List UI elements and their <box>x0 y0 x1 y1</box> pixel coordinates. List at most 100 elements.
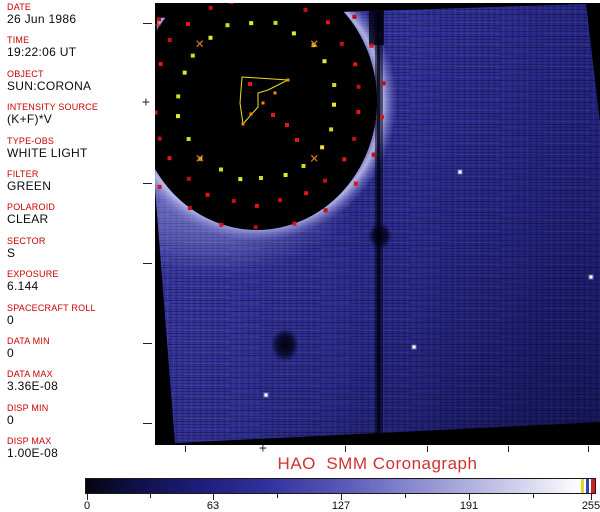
calibration-dot-yellow-inner-ring <box>190 53 195 58</box>
calibration-dot-yellow-inner-ring <box>259 176 263 180</box>
calibration-dot-red-outer-ring <box>304 191 309 196</box>
calibration-dot-yellow-inner-ring <box>182 70 187 75</box>
calibration-dot-red-limb-ring <box>157 17 162 22</box>
calibration-dot-red-outer-ring <box>157 136 162 141</box>
metadata-field-data-min: DATA MIN 0 <box>7 336 155 369</box>
metadata-field-sector: SECTOR S <box>7 236 155 269</box>
calibration-dot-red-outer-ring <box>155 110 158 115</box>
field-label: DATA MIN <box>7 335 50 346</box>
metadata-field-type-obs: TYPE-OBS WHITE LIGHT <box>7 136 155 169</box>
calibration-dot-red-outer-ring <box>353 62 358 67</box>
calibration-dot-yellow-inner-ring <box>249 21 254 26</box>
roi-vertex-dot <box>261 101 265 105</box>
calibration-dot-red-limb-ring <box>253 225 258 230</box>
calibration-dot-yellow-inner-ring <box>176 114 180 119</box>
roi-vertex-dot <box>273 91 277 95</box>
metadata-field-disp-min: DISP MIN 0 <box>7 403 155 436</box>
calibration-dot <box>295 138 299 142</box>
metadata-field-intensity-source: INTENSITY SOURCE (K+F)*V <box>7 102 155 135</box>
star-point <box>412 345 416 349</box>
image-title: HAO SMM Coronagraph <box>277 454 478 473</box>
calibration-dot-red-limb-ring <box>187 206 192 210</box>
colorbar-minor-tick <box>277 494 278 498</box>
field-value: SUN:CORONA <box>7 78 92 93</box>
calibration-dot-red-limb-ring <box>157 184 162 189</box>
axis-plus-bottom: + <box>259 441 267 456</box>
axis-tick-bottom <box>508 446 509 452</box>
metadata-field-time: TIME 19:22:06 UT <box>7 35 155 68</box>
field-value: 19:22:06 UT <box>7 45 77 60</box>
field-value: 0 <box>7 312 14 327</box>
metadata-field-polaroid: POLAROID CLEAR <box>7 202 155 235</box>
colorbar-tick-label: 63 <box>206 500 220 512</box>
calibration-dot-red-outer-ring <box>303 7 308 12</box>
axis-tick-left <box>143 23 152 24</box>
metadata-sidebar: DATE 26 Jun 1986 TIME 19:22:06 UT OBJECT SUN:… <box>0 0 155 512</box>
dust-blob <box>368 223 392 249</box>
field-value: GREEN <box>7 178 52 193</box>
field-value: (K+F)*V <box>7 112 53 127</box>
calibration-dot-yellow-inner-ring <box>291 31 296 36</box>
blue-stripe <box>586 479 589 493</box>
field-value: 0 <box>7 412 14 427</box>
calibration-dot-red-outer-ring <box>186 176 191 181</box>
metadata-field-date: DATE 26 Jun 1986 <box>7 2 155 35</box>
calibration-dot <box>285 123 289 127</box>
calibration-dot-yellow-inner-ring <box>208 35 213 40</box>
colorbar <box>85 478 596 494</box>
axis-tick-left <box>143 343 152 344</box>
calibration-dot-red-outer-ring <box>229 3 234 4</box>
roi-vertex-dot <box>249 112 253 116</box>
metadata-field-disp-max: DISP MAX 1.00E-08 <box>7 436 155 469</box>
axis-tick-bottom <box>345 446 346 452</box>
axis-tick-left <box>143 423 152 424</box>
field-value: CLEAR <box>7 212 49 227</box>
field-label: SPACECRAFT ROLL <box>7 302 96 313</box>
colorbar-minor-tick <box>533 494 534 498</box>
calibration-dot-red-outer-ring <box>167 156 172 161</box>
coronagraph-image[interactable] <box>155 3 600 445</box>
calibration-dot-red-outer-ring <box>231 199 236 203</box>
star-point <box>589 275 593 279</box>
calibration-dot-red-limb-ring <box>219 222 224 227</box>
calibration-dot-red-outer-ring <box>356 84 361 89</box>
calibration-dot-red-limb-ring <box>292 221 297 226</box>
calibration-dot-yellow-inner-ring <box>225 23 230 28</box>
calibration-dot <box>271 113 275 117</box>
calibration-dot-red-limb-ring <box>369 43 374 48</box>
field-label: SECTOR <box>7 235 46 246</box>
calibration-dot <box>248 82 252 86</box>
calibration-dot-red-outer-ring <box>167 38 172 42</box>
calibration-dot-red-limb-ring <box>352 14 357 19</box>
calibration-dot-yellow-inner-ring <box>283 173 288 177</box>
calibration-dot-red-limb-ring <box>323 208 328 213</box>
calibration-dot-yellow-inner-ring <box>320 145 325 150</box>
axis-tick-left <box>143 183 152 184</box>
field-value: 6.144 <box>7 279 39 294</box>
roi-vertex-dot <box>241 122 245 126</box>
calibration-dot-yellow-inner-ring <box>273 20 278 25</box>
calibration-dot-red-outer-ring <box>352 136 357 141</box>
field-value: 26 Jun 1986 <box>7 12 77 26</box>
calibration-dot-red-outer-ring <box>186 22 191 26</box>
calibration-dot-yellow-inner-ring <box>332 83 337 87</box>
field-value: WHITE LIGHT <box>7 145 88 160</box>
colorbar-tick-label: 255 <box>581 500 600 512</box>
roi-vertex-dot <box>286 78 290 82</box>
dust-blob <box>271 328 299 362</box>
colorbar-minor-tick <box>150 494 151 498</box>
calibration-dot-red-limb-ring <box>380 115 384 119</box>
calibration-dot-red-outer-ring <box>339 41 344 46</box>
colorbar-tick-label: 0 <box>83 500 91 512</box>
metadata-field-spacecraft-roll: SPACECRAFT ROLL 0 <box>7 303 155 336</box>
metadata-field-data-max: DATA MAX 3.36E-08 <box>7 369 155 402</box>
calibration-dot-red-outer-ring <box>208 5 213 10</box>
calibration-dot-red-outer-ring <box>254 203 259 208</box>
colorbar-minor-tick <box>405 494 406 498</box>
smm-coronagraph-viewer: DATE 26 Jun 1986 TIME 19:22:06 UT OBJECT SUN:… <box>0 0 600 512</box>
star-point <box>264 393 268 397</box>
colorbar-tick-label: 127 <box>331 500 351 512</box>
axis-tick-bottom <box>185 446 186 452</box>
calibration-dot-yellow-inner-ring <box>186 137 191 141</box>
metadata-field-object: OBJECT SUN:CORONA <box>7 69 155 102</box>
